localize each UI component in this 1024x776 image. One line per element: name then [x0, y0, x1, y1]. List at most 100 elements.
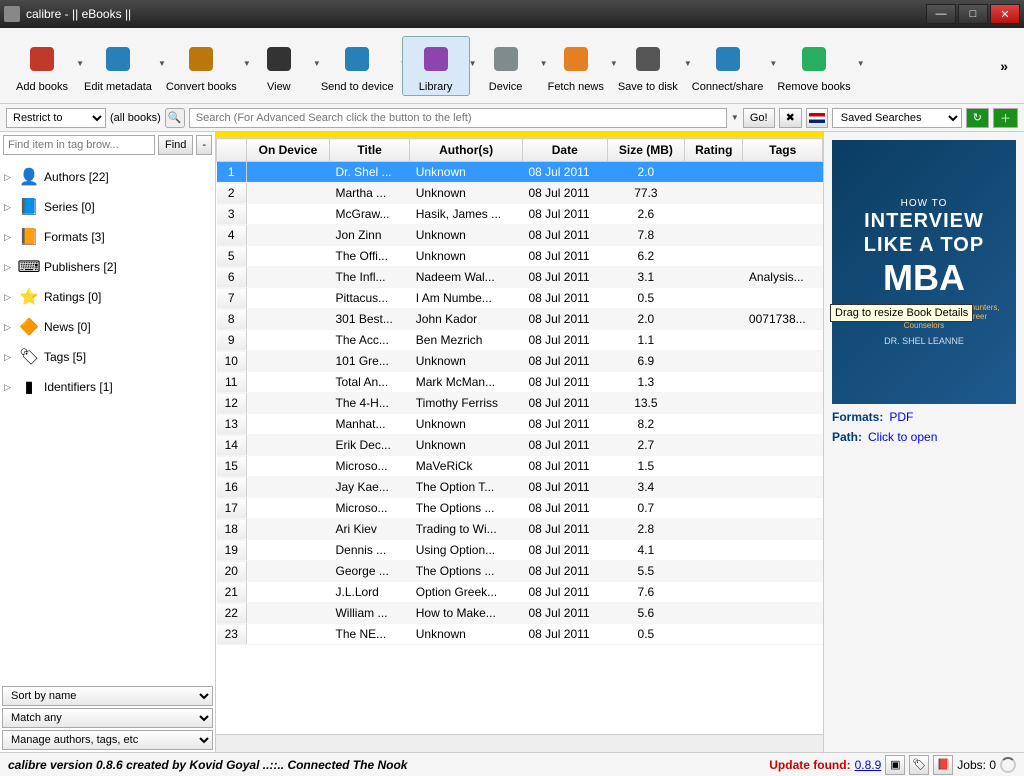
- tree-label: News [0]: [44, 320, 91, 334]
- expand-icon[interactable]: ▷: [4, 322, 14, 333]
- tag-tree[interactable]: ▷👤Authors [22]▷📘Series [0]▷📙Formats [3]▷…: [0, 158, 215, 684]
- table-row[interactable]: 1Dr. Shel ...Unknown08 Jul 20112.0: [217, 162, 823, 183]
- toolbar-view[interactable]: View▼: [245, 37, 313, 95]
- column-header[interactable]: [217, 139, 247, 162]
- table-row[interactable]: 23The NE...Unknown08 Jul 20110.5: [217, 624, 823, 645]
- horizontal-scrollbar[interactable]: [216, 734, 823, 752]
- toolbar-send-to-device[interactable]: Send to device▼: [315, 37, 400, 95]
- add-search-button[interactable]: ＋: [993, 108, 1018, 128]
- table-row[interactable]: 8301 Best...John Kador08 Jul 20112.00071…: [217, 309, 823, 330]
- table-row[interactable]: 16Jay Kae...The Option T...08 Jul 20113.…: [217, 477, 823, 498]
- tree-item[interactable]: ▷▮Identifiers [1]: [2, 372, 213, 402]
- column-header[interactable]: Tags: [743, 139, 823, 162]
- tree-item[interactable]: ▷⌨Publishers [2]: [2, 252, 213, 282]
- sort-select[interactable]: Sort by name: [2, 686, 213, 706]
- tree-item[interactable]: ▷🔶News [0]: [2, 312, 213, 342]
- expand-icon[interactable]: ▷: [4, 202, 14, 213]
- cell-size: 1.3: [607, 372, 685, 393]
- clear-search-button[interactable]: ✖: [779, 108, 802, 128]
- tree-item[interactable]: ▷🏷Tags [5]: [2, 342, 213, 372]
- table-row[interactable]: 17Microso...The Options ...08 Jul 20110.…: [217, 498, 823, 519]
- dropdown-icon[interactable]: ▼: [857, 59, 865, 68]
- formats-link[interactable]: PDF: [889, 410, 913, 424]
- expand-icon[interactable]: ▷: [4, 172, 14, 183]
- minimize-button[interactable]: —: [926, 4, 956, 24]
- book-table-wrap[interactable]: On DeviceTitleAuthor(s)DateSize (MB)Rati…: [216, 138, 823, 734]
- column-header[interactable]: Rating: [685, 139, 743, 162]
- toolbar-save-to-disk[interactable]: Save to disk▼: [612, 37, 684, 95]
- update-version-link[interactable]: 0.8.9: [855, 758, 882, 772]
- jobs-label[interactable]: Jobs: 0: [957, 758, 996, 772]
- manage-select[interactable]: Manage authors, tags, etc: [2, 730, 213, 750]
- table-row[interactable]: 15Microso...MaVeRiCk08 Jul 20111.5: [217, 456, 823, 477]
- column-header[interactable]: Title: [329, 139, 409, 162]
- layout-button[interactable]: ▣: [885, 755, 905, 775]
- toolbar-remove-books[interactable]: Remove books▼: [771, 37, 856, 95]
- resize-tooltip: Drag to resize Book Details: [830, 304, 973, 322]
- jobs-spinner-icon[interactable]: [1000, 757, 1016, 773]
- find-tag-input[interactable]: [3, 135, 155, 155]
- expand-icon[interactable]: ▷: [4, 352, 14, 363]
- toolbar-fetch-news[interactable]: Fetch news▼: [542, 37, 610, 95]
- expand-icon[interactable]: ▷: [4, 232, 14, 243]
- tree-item[interactable]: ▷📙Formats [3]: [2, 222, 213, 252]
- restrict-select[interactable]: Restrict to: [6, 108, 106, 128]
- match-select[interactable]: Match any: [2, 708, 213, 728]
- table-row[interactable]: 3McGraw...Hasik, James ...08 Jul 20112.6: [217, 204, 823, 225]
- column-header[interactable]: Author(s): [410, 139, 523, 162]
- table-row[interactable]: 11Total An...Mark McMan...08 Jul 20111.3: [217, 372, 823, 393]
- table-row[interactable]: 2Martha ...Unknown08 Jul 201177.3: [217, 183, 823, 204]
- cell-tags: 0071738...: [743, 309, 823, 330]
- column-header[interactable]: Date: [522, 139, 607, 162]
- category-icon: ⌨: [18, 256, 40, 278]
- cover-browser-toggle[interactable]: 📕: [933, 755, 953, 775]
- table-row[interactable]: 9The Acc...Ben Mezrich08 Jul 20111.1: [217, 330, 823, 351]
- maximize-button[interactable]: □: [958, 4, 988, 24]
- table-row[interactable]: 18Ari KievTrading to Wi...08 Jul 20112.8: [217, 519, 823, 540]
- table-row[interactable]: 4Jon ZinnUnknown08 Jul 20117.8: [217, 225, 823, 246]
- save-search-button[interactable]: ↻: [966, 108, 989, 128]
- table-row[interactable]: 20George ...The Options ...08 Jul 20115.…: [217, 561, 823, 582]
- path-link[interactable]: Click to open: [868, 430, 937, 444]
- go-button[interactable]: Go!: [743, 108, 775, 128]
- tag-browser-toggle[interactable]: 🏷: [909, 755, 929, 775]
- table-row[interactable]: 22William ...How to Make...08 Jul 20115.…: [217, 603, 823, 624]
- toolbar-connect-share[interactable]: Connect/share▼: [686, 37, 770, 95]
- close-button[interactable]: ✕: [990, 4, 1020, 24]
- tree-item[interactable]: ▷📘Series [0]: [2, 192, 213, 222]
- cell-title: Dr. Shel ...: [329, 162, 409, 183]
- saved-searches-select[interactable]: Saved Searches: [832, 108, 962, 128]
- table-row[interactable]: 19Dennis ...Using Option...08 Jul 20114.…: [217, 540, 823, 561]
- advanced-search-button[interactable]: 🔍: [165, 108, 185, 128]
- toolbar-convert-books[interactable]: Convert books▼: [160, 37, 243, 95]
- cell-ondevice: [247, 414, 330, 435]
- toolbar-add-books[interactable]: Add books▼: [8, 37, 76, 95]
- tree-item[interactable]: ▷👤Authors [22]: [2, 162, 213, 192]
- table-row[interactable]: 13Manhat...Unknown08 Jul 20118.2: [217, 414, 823, 435]
- expand-icon[interactable]: ▷: [4, 262, 14, 273]
- table-row[interactable]: 21J.L.LordOption Greek...08 Jul 20117.6: [217, 582, 823, 603]
- expand-icon[interactable]: ▷: [4, 382, 14, 393]
- toolbar-overflow[interactable]: »: [1000, 58, 1016, 74]
- expand-icon[interactable]: ▷: [4, 292, 14, 303]
- book-cover[interactable]: HOW TO INTERVIEW LIKE A TOP MBA Job-Winn…: [832, 140, 1016, 404]
- tree-item[interactable]: ▷⭐Ratings [0]: [2, 282, 213, 312]
- toolbar-device[interactable]: Device▼: [472, 37, 540, 95]
- table-row[interactable]: 10101 Gre...Unknown08 Jul 20116.9: [217, 351, 823, 372]
- toolbar-library[interactable]: Library▼: [402, 36, 470, 96]
- table-row[interactable]: 6The Infl...Nadeem Wal...08 Jul 20113.1A…: [217, 267, 823, 288]
- find-tag-button[interactable]: Find: [158, 135, 193, 155]
- toolbar-edit-metadata[interactable]: Edit metadata▼: [78, 37, 158, 95]
- column-header[interactable]: On Device: [247, 139, 330, 162]
- collapse-button[interactable]: -: [196, 135, 212, 155]
- table-row[interactable]: 14Erik Dec...Unknown08 Jul 20112.7: [217, 435, 823, 456]
- highlight-button[interactable]: [806, 108, 828, 128]
- titlebar[interactable]: calibre - || eBooks || — □ ✕: [0, 0, 1024, 28]
- cell-rating: [685, 246, 743, 267]
- table-row[interactable]: 7Pittacus...I Am Numbe...08 Jul 20110.5: [217, 288, 823, 309]
- column-header[interactable]: Size (MB): [607, 139, 685, 162]
- table-row[interactable]: 12The 4-H...Timothy Ferriss08 Jul 201113…: [217, 393, 823, 414]
- table-row[interactable]: 5The Offi...Unknown08 Jul 20116.2: [217, 246, 823, 267]
- row-number: 22: [217, 603, 247, 624]
- search-input[interactable]: [189, 108, 727, 128]
